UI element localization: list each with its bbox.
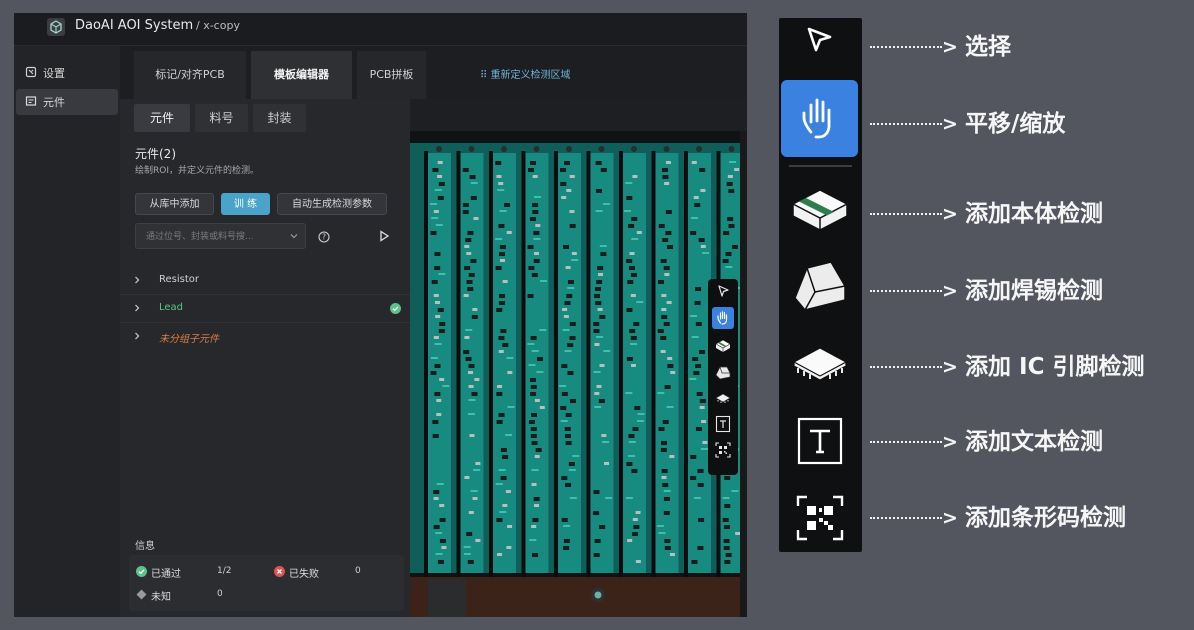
legend-label-body-inspect: 添加本体检测 (965, 201, 1103, 227)
svg-text:?: ? (322, 233, 326, 242)
status-label: 未知 (151, 592, 171, 603)
status-value: 1/2 (217, 566, 232, 576)
text-inspect-icon (797, 417, 843, 465)
status-value: 0 (217, 589, 223, 599)
grid-icon: ⠿ (480, 70, 491, 81)
subtab-packages[interactable]: 封装 (253, 104, 306, 132)
status-label: 已通过 (151, 569, 181, 580)
tab-pcb-panel[interactable]: PCB拼板 (357, 51, 426, 99)
settings-icon (25, 66, 37, 78)
barcode-inspect-icon (796, 495, 844, 541)
group-row-lead[interactable]: Lead (120, 295, 410, 323)
pcb-canvas[interactable] (410, 99, 747, 617)
sidebar: 设置 元件 (14, 46, 121, 617)
barcode-inspect-icon[interactable] (712, 439, 734, 461)
sidebar-item-label: 设置 (43, 67, 65, 80)
canvas-toolbar (708, 279, 738, 475)
leader-dots (870, 46, 942, 50)
component-search[interactable] (135, 223, 306, 250)
add-from-library-button[interactable]: 从库中添加 (135, 193, 214, 215)
status-value: 0 (355, 566, 361, 576)
group-row-ungrouped[interactable]: 未分组子元件 (120, 323, 410, 350)
legend-arrow: > (942, 113, 958, 135)
leader-dots (870, 290, 942, 294)
sidebar-item-components[interactable]: 元件 (16, 89, 118, 115)
component-icon (25, 96, 37, 106)
info-label: 信息 (135, 541, 155, 552)
leader-dots (870, 213, 942, 217)
group-name: 未分组子元件 (159, 334, 219, 345)
body-inspect-icon (791, 189, 849, 231)
legend-label-solder-inspect: 添加焊锡检测 (965, 278, 1103, 304)
solder-inspect-icon[interactable] (712, 361, 734, 383)
pcb-image[interactable] (410, 131, 740, 617)
editor-tabs: 标记/对齐PCB 模板编辑器 PCB拼板 ⠿ 重新定义检测区域 (120, 46, 747, 99)
diamond-icon (136, 589, 147, 600)
sidebar-item-label: 元件 (43, 96, 65, 109)
group-row-resistor[interactable]: Resistor (120, 267, 410, 295)
select-icon[interactable] (712, 281, 734, 303)
legend-label-text-inspect: 添加文本检测 (965, 429, 1103, 455)
legend-label-select: 选择 (965, 34, 1011, 60)
legend-arrow: > (942, 356, 958, 378)
check-circle-icon (390, 303, 401, 314)
auto-generate-params-button[interactable]: 自动生成检测参数 (277, 193, 387, 215)
body-inspect-icon[interactable] (712, 335, 734, 357)
select-icon (807, 27, 832, 52)
chevron-right-icon[interactable] (133, 276, 141, 284)
group-name: Lead (159, 302, 184, 313)
chevron-down-icon[interactable] (290, 232, 298, 240)
components-title: 元件(2) (135, 147, 176, 161)
legend-label-ic-pin-inspect: 添加 IC 引脚检测 (965, 354, 1145, 380)
tool-legend-bar (779, 18, 862, 552)
train-button[interactable]: 训 练 (221, 193, 270, 215)
leader-dots (870, 517, 942, 521)
pan-icon[interactable] (712, 307, 734, 329)
legend-arrow: > (942, 507, 958, 529)
legend-arrow: > (942, 280, 958, 302)
sidebar-item-settings[interactable]: 设置 (16, 60, 118, 86)
chevron-right-icon[interactable] (133, 304, 141, 312)
ic-pin-inspect-icon (792, 347, 848, 381)
leader-dots (870, 366, 942, 370)
component-panel: 元件 料号 封装 元件(2) 绘制ROI，并定义元件的检测。 从库中添加 训 练… (120, 99, 410, 617)
legend-arrow: > (942, 431, 958, 453)
leader-dots (870, 123, 942, 127)
play-icon[interactable] (378, 230, 390, 242)
help-icon[interactable]: ? (318, 231, 330, 243)
app-title: DaoAI AOI System (75, 18, 194, 33)
chevron-right-icon[interactable] (133, 332, 141, 340)
redefine-region-link[interactable]: ⠿ 重新定义检测区域 (480, 66, 571, 81)
components-description: 绘制ROI，并定义元件的检测。 (135, 166, 259, 176)
legend-separator (789, 165, 852, 167)
text-inspect-icon[interactable] (712, 413, 734, 435)
tab-mark-align-pcb[interactable]: 标记/对齐PCB (134, 51, 246, 99)
legend-arrow: > (942, 203, 958, 225)
leader-dots (870, 441, 942, 445)
project-path: / x-copy (196, 19, 240, 32)
legend-arrow: > (942, 36, 958, 58)
x-circle-icon (274, 566, 285, 577)
tab-template-editor[interactable]: 模板编辑器 (251, 51, 352, 99)
redefine-region-label: 重新定义检测区域 (490, 70, 571, 81)
ic-pin-inspect-icon[interactable] (712, 387, 734, 409)
subtab-components[interactable]: 元件 (134, 104, 190, 132)
app-window: DaoAI AOI System / x-copy 设置 元件 标记/对齐PCB… (14, 13, 747, 617)
legend-label-barcode-inspect: 添加条形码检测 (965, 505, 1126, 531)
subtab-part-numbers[interactable]: 料号 (195, 104, 248, 132)
title-bar: DaoAI AOI System / x-copy (14, 13, 747, 46)
app-logo-icon (47, 18, 65, 36)
group-name: Resistor (159, 274, 199, 285)
legend-label-pan-zoom: 平移/缩放 (965, 111, 1066, 137)
check-circle-icon (136, 566, 147, 577)
component-search-input[interactable] (136, 224, 298, 250)
status-label: 已失败 (289, 569, 319, 580)
canvas-header (410, 99, 747, 131)
inspection-summary: 已通过 1/2 已失败 0 未知 0 (129, 555, 404, 611)
solder-inspect-icon (794, 261, 846, 311)
pan-zoom-icon (781, 80, 858, 157)
